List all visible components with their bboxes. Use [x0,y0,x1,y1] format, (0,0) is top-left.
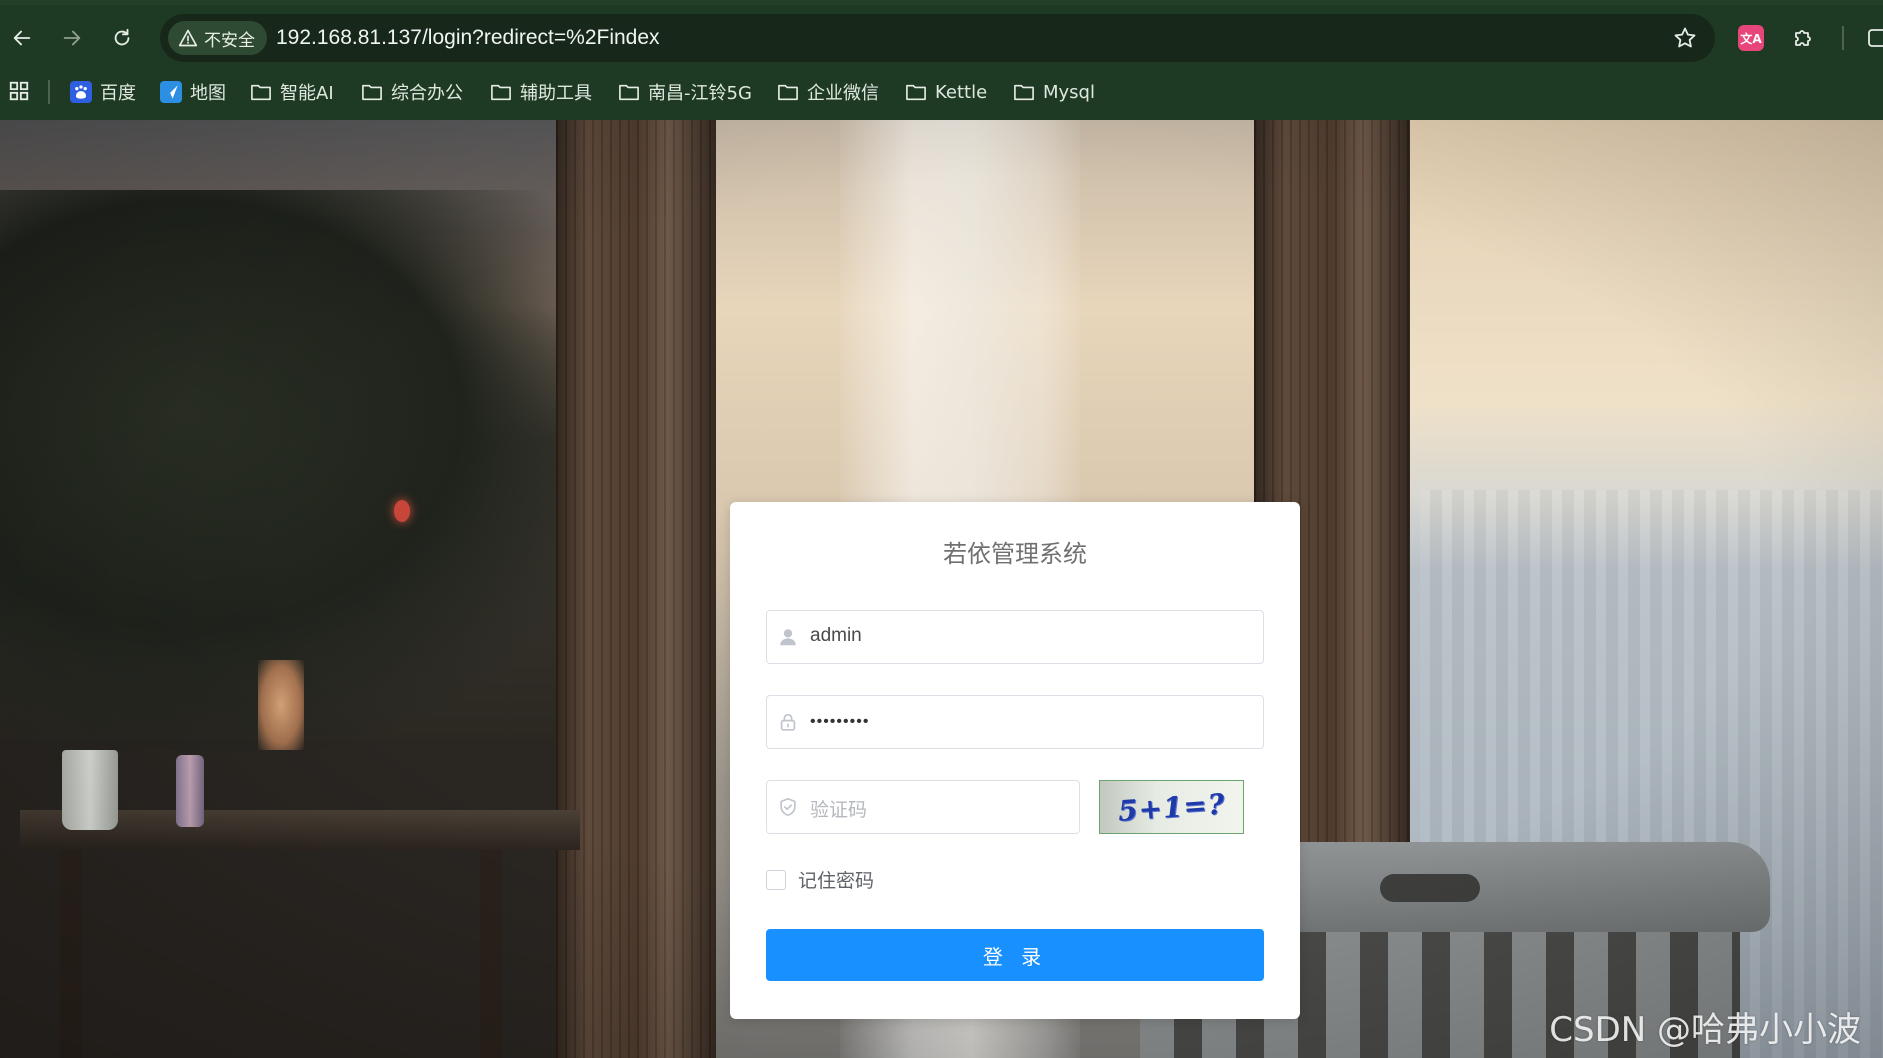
login-button[interactable]: 登 录 [766,929,1264,981]
captcha-input[interactable]: 验证码 [766,780,1080,834]
profile-icon[interactable] [1866,26,1883,50]
password-input[interactable]: ••••••••• [766,695,1264,749]
username-value: admin [810,625,862,646]
arrow-right-icon [63,30,81,46]
browser-chrome: 不安全 192.168.81.137/login?redirect=%2Find… [0,0,1883,120]
warning-icon [178,29,198,47]
reload-button[interactable] [104,20,140,56]
map-icon [160,81,182,103]
bookmarks-bar: 百度 地图 智能AI 综合办公 辅助工具 南昌-江铃5G 企业微信 Kettle… [0,74,1883,110]
username-input[interactable]: admin [766,610,1264,664]
bookmark-folder-ai[interactable]: 智能AI [250,76,334,108]
forward-button[interactable] [54,20,90,56]
folder-icon [619,84,639,101]
security-label: 不安全 [204,30,255,51]
bookmark-label: 智能AI [280,83,334,104]
bookmark-label: Kettle [935,81,988,103]
folder-icon [251,84,271,101]
folder-icon [906,84,926,101]
remember-checkbox[interactable] [766,869,786,890]
back-button[interactable] [4,20,40,56]
translate-extension-icon[interactable]: 文A [1738,25,1764,51]
chrome-top-strip [0,0,1883,5]
bookmark-label: 企业微信 [807,83,879,104]
bookmark-map[interactable]: 地图 [160,76,226,108]
extensions-button[interactable] [1789,24,1817,52]
captcha-image[interactable]: 5+1=? [1099,780,1244,834]
folder-icon [491,84,511,101]
bookmark-folder-mysql[interactable]: Mysql [1013,76,1095,108]
bookmark-label: 南昌-江铃5G [648,83,752,104]
bookmark-folder-nanchang[interactable]: 南昌-江铃5G [618,76,752,108]
lock-icon [780,713,796,731]
folder-icon [778,84,798,101]
login-page: 若依管理系统 admin ••••••••• 验证码 5+1=? 记住密码 登 … [0,120,1883,1058]
security-indicator[interactable]: 不安全 [168,21,267,55]
captcha-placeholder: 验证码 [810,799,868,821]
baidu-icon [70,81,92,103]
bookmark-label: 地图 [190,83,226,104]
captcha-text: 5+1=? [1116,786,1227,828]
bookmarks-divider [48,80,50,104]
bookmark-label: Mysql [1043,81,1095,103]
bookmark-label: 综合办公 [391,83,463,104]
arrow-left-icon [13,30,31,46]
remember-label: 记住密码 [798,870,875,892]
address-bar[interactable]: 不安全 192.168.81.137/login?redirect=%2Find… [160,14,1715,62]
bookmark-star-icon[interactable] [1673,26,1697,50]
remember-password[interactable]: 记住密码 [766,866,874,893]
bookmark-label: 辅助工具 [520,83,592,104]
password-mask: ••••••••• [810,713,870,730]
folder-icon [1014,84,1034,101]
bookmark-folder-kettle[interactable]: Kettle [905,76,987,108]
user-icon [780,629,796,646]
bookmark-folder-tools[interactable]: 辅助工具 [490,76,592,108]
shield-check-icon [780,797,796,817]
bookmark-folder-office[interactable]: 综合办公 [361,76,463,108]
translate-extension-label: 文A [1740,31,1762,46]
toolbar-divider [1842,26,1844,50]
folder-icon [362,84,382,101]
puzzle-icon [1795,30,1811,46]
bookmark-folder-wecom[interactable]: 企业微信 [777,76,879,108]
bookmark-label: 百度 [100,83,136,104]
login-card: 若依管理系统 admin ••••••••• 验证码 5+1=? 记住密码 登 … [730,502,1300,1019]
login-title: 若依管理系统 [943,540,1087,568]
watermark: CSDN @哈弗小小波 [1549,1010,1861,1050]
bookmark-baidu[interactable]: 百度 [70,76,136,108]
url-text[interactable]: 192.168.81.137/login?redirect=%2Findex [276,26,660,50]
apps-grid-icon[interactable] [8,80,30,102]
reload-icon [114,28,130,46]
